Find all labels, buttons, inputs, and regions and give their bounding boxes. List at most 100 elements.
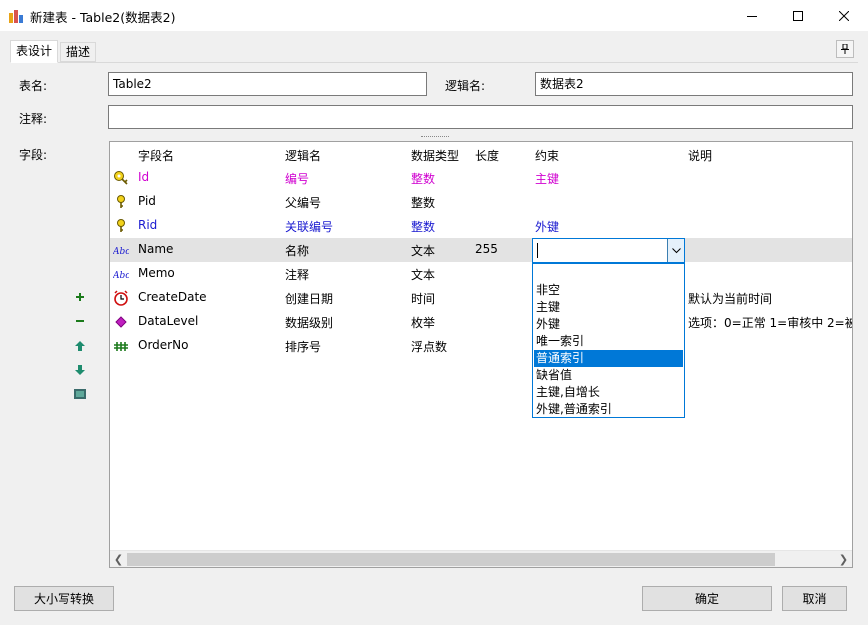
chevron-down-icon: [671, 247, 681, 253]
svg-text:Abc: Abc: [113, 271, 129, 281]
table-row[interactable]: Pid 父编号 整数: [110, 190, 852, 214]
field-data-type[interactable]: 浮点数: [411, 338, 447, 355]
ok-button[interactable]: 确定: [642, 586, 772, 611]
table-row-selected[interactable]: Abc Name 名称 文本 255: [110, 238, 852, 262]
minimize-button[interactable]: [729, 0, 775, 31]
field-constraint[interactable]: 外键: [535, 218, 559, 235]
fields-grid[interactable]: 字段名 逻辑名 数据类型 长度 约束 说明 Id 编号 整数 主键 Pid 父编…: [109, 141, 853, 568]
horizontal-scrollbar[interactable]: ❮ ❯: [110, 550, 852, 567]
field-description[interactable]: 选项：0=正常 1=审核中 2=被: [688, 314, 852, 331]
column-header-field-name[interactable]: 字段名: [138, 147, 174, 164]
table-name-input[interactable]: Table2: [108, 72, 427, 96]
column-header-length[interactable]: 长度: [475, 147, 499, 164]
maximize-button[interactable]: [775, 0, 821, 31]
field-data-type[interactable]: 整数: [411, 218, 435, 235]
maximize-icon: [793, 10, 803, 21]
table-row[interactable]: OrderNo 排序号 浮点数: [110, 334, 852, 358]
grid-header: 字段名 逻辑名 数据类型 长度 约束 说明: [110, 142, 852, 166]
table-row[interactable]: CreateDate 创建日期 时间 默认为当前时间: [110, 286, 852, 310]
table-row[interactable]: Id 编号 整数 主键: [110, 166, 852, 190]
move-down-button[interactable]: [71, 361, 89, 379]
text-type-icon: Abc: [112, 242, 130, 258]
field-logical-name[interactable]: 关联编号: [285, 218, 333, 235]
scroll-thumb[interactable]: [127, 553, 775, 566]
field-name[interactable]: Memo: [138, 266, 175, 280]
table-name-label: 表名:: [19, 79, 48, 93]
field-name[interactable]: Rid: [138, 218, 157, 232]
table-app-icon: [9, 9, 23, 23]
comment-label: 注释:: [19, 112, 48, 126]
number-type-icon: [113, 338, 129, 354]
cancel-button[interactable]: 取消: [782, 586, 847, 611]
text-caret: [537, 243, 538, 258]
case-convert-button[interactable]: 大小写转换: [14, 586, 114, 611]
field-logical-name[interactable]: 名称: [285, 242, 309, 259]
field-logical-name[interactable]: 排序号: [285, 338, 321, 355]
field-data-type[interactable]: 枚举: [411, 314, 435, 331]
field-description[interactable]: 默认为当前时间: [688, 290, 772, 307]
tab-description[interactable]: 描述: [60, 42, 97, 62]
logical-name-input[interactable]: 数据表2: [535, 72, 853, 96]
tab-divider: [10, 62, 858, 63]
close-icon: [839, 10, 849, 21]
dropdown-option-primary-key[interactable]: 主键: [534, 299, 683, 316]
field-logical-name[interactable]: 父编号: [285, 194, 321, 211]
field-name[interactable]: CreateDate: [138, 290, 207, 304]
field-logical-name[interactable]: 注释: [285, 266, 309, 283]
column-header-description[interactable]: 说明: [688, 147, 712, 164]
field-logical-name[interactable]: 创建日期: [285, 290, 333, 307]
field-name[interactable]: DataLevel: [138, 314, 198, 328]
field-name[interactable]: Pid: [138, 194, 156, 208]
table-row[interactable]: Abc Memo 注释 文本: [110, 262, 852, 286]
constraint-dropdown-list[interactable]: 非空 主键 外键 唯一索引 普通索引 缺省值 主键,自增长 外键,普通索引: [532, 263, 685, 418]
field-properties-icon: [74, 389, 86, 399]
field-data-type[interactable]: 文本: [411, 266, 435, 283]
dropdown-option-foreign-key[interactable]: 外键: [534, 316, 683, 333]
constraint-combobox[interactable]: [532, 238, 685, 263]
move-down-icon: [75, 365, 85, 375]
field-logical-name[interactable]: 编号: [285, 170, 309, 187]
field-name[interactable]: Name: [138, 242, 173, 256]
dropdown-option-fk-normal-index[interactable]: 外键,普通索引: [534, 401, 683, 418]
remove-field-button[interactable]: [71, 312, 89, 330]
add-field-button[interactable]: [71, 288, 89, 306]
column-header-constraint[interactable]: 约束: [535, 147, 559, 164]
field-logical-name[interactable]: 数据级别: [285, 314, 333, 331]
field-data-type[interactable]: 整数: [411, 194, 435, 211]
dropdown-option-normal-index[interactable]: 普通索引: [534, 350, 683, 367]
dropdown-option-unique-index[interactable]: 唯一索引: [534, 333, 683, 350]
field-length[interactable]: 255: [475, 242, 498, 256]
primary-key-icon: [113, 170, 129, 186]
tab-table-design[interactable]: 表设计: [10, 40, 59, 63]
field-data-type[interactable]: 时间: [411, 290, 435, 307]
column-header-data-type[interactable]: 数据类型: [411, 147, 459, 164]
add-field-icon: [76, 293, 84, 301]
dropdown-toggle[interactable]: [667, 239, 684, 262]
field-name[interactable]: Id: [138, 170, 149, 184]
foreign-key-icon: [113, 218, 129, 234]
dropdown-option-empty[interactable]: [534, 265, 683, 282]
text-type-icon: Abc: [112, 266, 130, 282]
splitter-grip[interactable]: [421, 136, 449, 138]
field-data-type[interactable]: 文本: [411, 242, 435, 259]
move-up-button[interactable]: [71, 337, 89, 355]
window-title: 新建表 - Table2(数据表2): [30, 10, 176, 25]
field-name[interactable]: OrderNo: [138, 338, 188, 352]
pin-button[interactable]: [836, 40, 854, 58]
dropdown-option-pk-autoincrement[interactable]: 主键,自增长: [534, 384, 683, 401]
field-constraint[interactable]: 主键: [535, 170, 559, 187]
table-row[interactable]: Rid 关联编号 整数 外键: [110, 214, 852, 238]
dropdown-option-not-null[interactable]: 非空: [534, 282, 683, 299]
fields-label: 字段:: [19, 148, 48, 162]
diamond-icon: [113, 314, 129, 330]
column-header-logical-name[interactable]: 逻辑名: [285, 147, 321, 164]
dropdown-option-default-value[interactable]: 缺省值: [534, 367, 683, 384]
close-button[interactable]: [821, 0, 867, 31]
comment-input[interactable]: [108, 105, 853, 129]
field-data-type[interactable]: 整数: [411, 170, 435, 187]
minimize-icon: [747, 15, 757, 17]
field-properties-button[interactable]: [71, 385, 89, 403]
scroll-left-icon[interactable]: ❮: [110, 551, 127, 567]
scroll-right-icon[interactable]: ❯: [835, 551, 852, 567]
table-row[interactable]: DataLevel 数据级别 枚举 选项：0=正常 1=审核中 2=被: [110, 310, 852, 334]
